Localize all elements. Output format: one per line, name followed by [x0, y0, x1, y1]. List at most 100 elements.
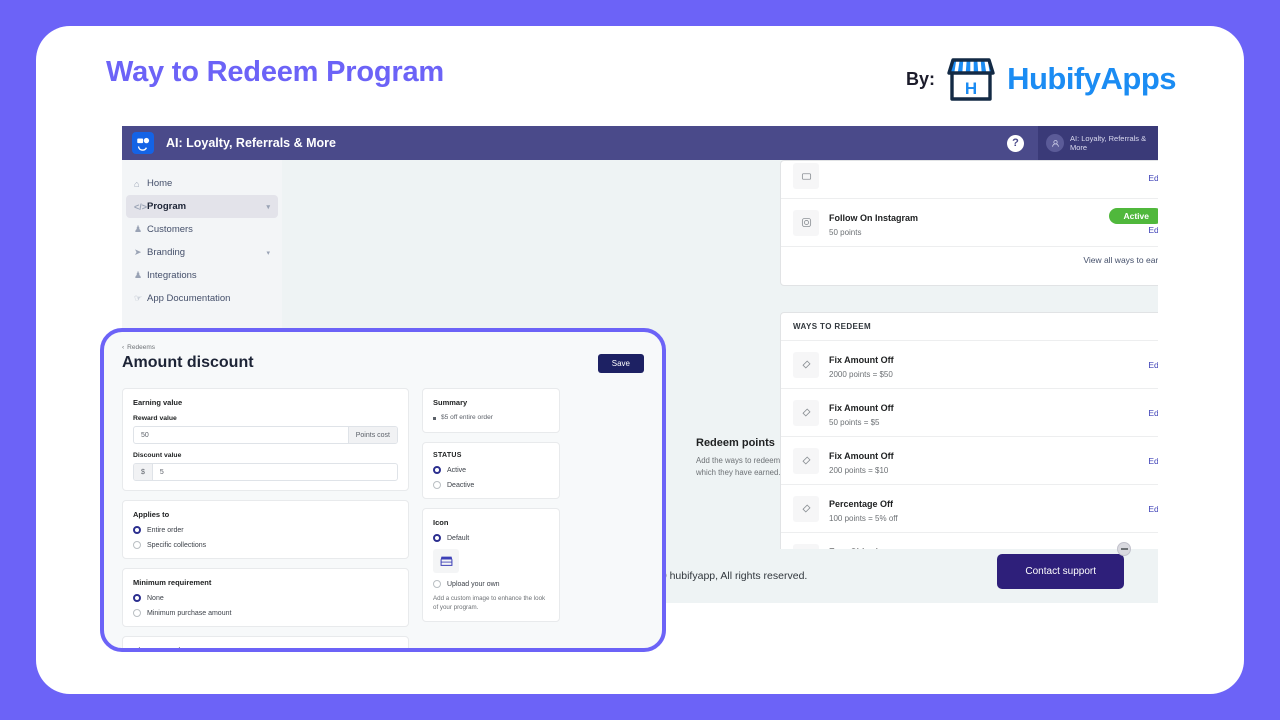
row-subtitle: 50 points: [829, 228, 862, 237]
paint-icon: ➤: [134, 247, 142, 257]
app-name: AI: Loyalty, Referrals & More: [166, 136, 336, 150]
chevron-down-icon: ▾: [266, 249, 270, 257]
home-icon: ⌂: [134, 178, 140, 189]
reward-thumb: [793, 163, 819, 189]
sidebar-item-branding[interactable]: ➤ Branding ▾: [126, 241, 278, 264]
radio-icon: [133, 526, 141, 534]
breadcrumb[interactable]: ‹ Redeems: [122, 344, 644, 351]
minimum-requirement-card: Minimum requirement None Minimum purchas…: [122, 568, 409, 627]
table-row[interactable]: Fix Amount Off 200 points = $10 Edit: [781, 436, 1158, 484]
radio-icon: [433, 466, 441, 474]
option-label: Entire order: [147, 526, 184, 534]
applies-to-card: Applies to Entire order Specific collect…: [122, 500, 409, 559]
status-title: STATUS: [433, 452, 462, 459]
sidebar-item-customers[interactable]: ♟ Customers: [126, 218, 278, 241]
edit-link[interactable]: Edit: [1148, 225, 1158, 235]
modal-left-column: Earning value Reward value 50 Points cos…: [122, 388, 409, 652]
instagram-icon: [793, 209, 819, 236]
edit-link[interactable]: Edit: [1148, 408, 1158, 418]
minimum-requirement-title: Minimum requirement: [133, 578, 212, 587]
contact-support-button[interactable]: Contact support: [997, 554, 1124, 589]
radio-icon: [133, 541, 141, 549]
edit-link[interactable]: Edit: [1148, 456, 1158, 466]
option-label: Default: [447, 534, 470, 542]
radio-icon: [133, 609, 141, 617]
applies-to-option-entire-order[interactable]: Entire order: [133, 526, 398, 534]
brand-name: HubifyApps: [1007, 61, 1176, 96]
table-row[interactable]: Percentage Off 100 points = 5% off Edit: [781, 484, 1158, 532]
status-card: STATUS Active Deactive: [422, 442, 560, 499]
help-icon[interactable]: ?: [1007, 134, 1024, 152]
minimize-icon[interactable]: [1117, 542, 1131, 556]
minimum-requirement-option-minimum-purchase[interactable]: Minimum purchase amount: [133, 609, 398, 617]
store-name: AI: Loyalty, Referrals & More: [1070, 134, 1147, 152]
brand-lockup: By: H HubifyApps: [906, 56, 1176, 102]
option-label: Minimum purchase amount: [147, 609, 232, 617]
svg-text:H: H: [965, 79, 977, 98]
avatar: [1046, 134, 1064, 152]
discount-value-text: 5: [159, 468, 164, 476]
breadcrumb-label: Redeems: [127, 344, 155, 351]
modal-right-column: Summary $5 off entire order STATUS Activ…: [422, 388, 560, 648]
reward-value-label: Reward value: [133, 415, 177, 422]
sidebar-item-home[interactable]: ⌂ Home: [126, 172, 278, 195]
store-icon[interactable]: [433, 549, 459, 573]
code-icon: </>: [134, 201, 148, 212]
plug-icon: ♟: [134, 270, 143, 280]
summary-item: $5 off entire order: [433, 414, 549, 421]
discount-value-label: Discount value: [133, 452, 182, 459]
edit-link[interactable]: Edit: [1148, 360, 1158, 370]
reward-value-input[interactable]: 50 Points cost: [133, 426, 398, 444]
table-row[interactable]: Fix Amount Off 50 points = $5 Edit: [781, 388, 1158, 436]
hand-icon: ☞: [134, 293, 143, 303]
sidebar-item-label: Program: [147, 201, 187, 212]
row-title: Fix Amount Off: [829, 355, 894, 365]
row-title: Follow On Instagram: [829, 213, 919, 223]
discount-icon: [793, 495, 819, 522]
row-title: Fix Amount Off: [829, 451, 894, 461]
row-subtitle: 50 points = $5: [829, 418, 880, 427]
edit-link[interactable]: Edit: [1148, 504, 1158, 514]
discount-icon: [793, 399, 819, 426]
status-option-active[interactable]: Active: [433, 466, 549, 474]
sidebar-item-label: Home: [147, 178, 173, 189]
points-cost-suffix: Points cost: [347, 427, 397, 443]
bullet-icon: [433, 417, 436, 420]
ways-to-redeem-title: WAYS TO REDEEM: [793, 322, 872, 331]
table-row[interactable]: Follow On Instagram 50 points Active Edi…: [781, 198, 1158, 246]
radio-icon: [433, 534, 441, 542]
table-row[interactable]: Fix Amount Off 2000 points = $50 Edit: [781, 340, 1158, 388]
person-icon: ♟: [134, 224, 143, 234]
icon-card-title: Icon: [433, 518, 449, 527]
sidebar-item-program[interactable]: </> Program ▾: [126, 195, 278, 218]
row-subtitle: 200 points = $10: [829, 466, 889, 475]
icon-help-text: Add a custom image to enhance the look o…: [433, 595, 546, 611]
chevron-left-icon: ‹: [122, 344, 125, 351]
topbar-right-cluster: ? AI: Loyalty, Referrals & More: [1007, 126, 1158, 160]
icon-option-default[interactable]: Default: [433, 534, 549, 542]
discount-code-title: Discount code: [133, 646, 185, 652]
earning-value-title: Earning value: [133, 398, 183, 407]
store-switcher[interactable]: AI: Loyalty, Referrals & More: [1038, 126, 1158, 160]
earning-value-card: Earning value Reward value 50 Points cos…: [122, 388, 409, 491]
sidebar-item-app-documentation[interactable]: ☞ App Documentation: [126, 287, 278, 310]
edit-link[interactable]: Edit: [1148, 173, 1158, 183]
icon-option-upload[interactable]: Upload your own: [433, 580, 549, 588]
status-option-deactive[interactable]: Deactive: [433, 481, 549, 489]
option-label: Active: [447, 466, 467, 474]
status-badge: Active: [1109, 208, 1158, 224]
table-row[interactable]: Edit: [781, 161, 1158, 198]
view-all-ways-to-earn-link[interactable]: View all ways to earn: [781, 246, 1158, 273]
applies-to-option-specific-collections[interactable]: Specific collections: [133, 541, 398, 549]
summary-title: Summary: [433, 398, 468, 407]
radio-icon: [433, 580, 441, 588]
app-logo-icon: [132, 132, 154, 154]
option-label: Specific collections: [147, 541, 207, 549]
minimum-requirement-option-none[interactable]: None: [133, 594, 398, 602]
reward-value-text: 50: [141, 431, 149, 439]
by-label: By:: [906, 68, 936, 89]
sidebar-item-integrations[interactable]: ♟ Integrations: [126, 264, 278, 287]
discount-value-input[interactable]: $ 5: [133, 463, 398, 481]
sidebar-item-label: Integrations: [147, 270, 197, 281]
save-button[interactable]: Save: [597, 354, 644, 373]
